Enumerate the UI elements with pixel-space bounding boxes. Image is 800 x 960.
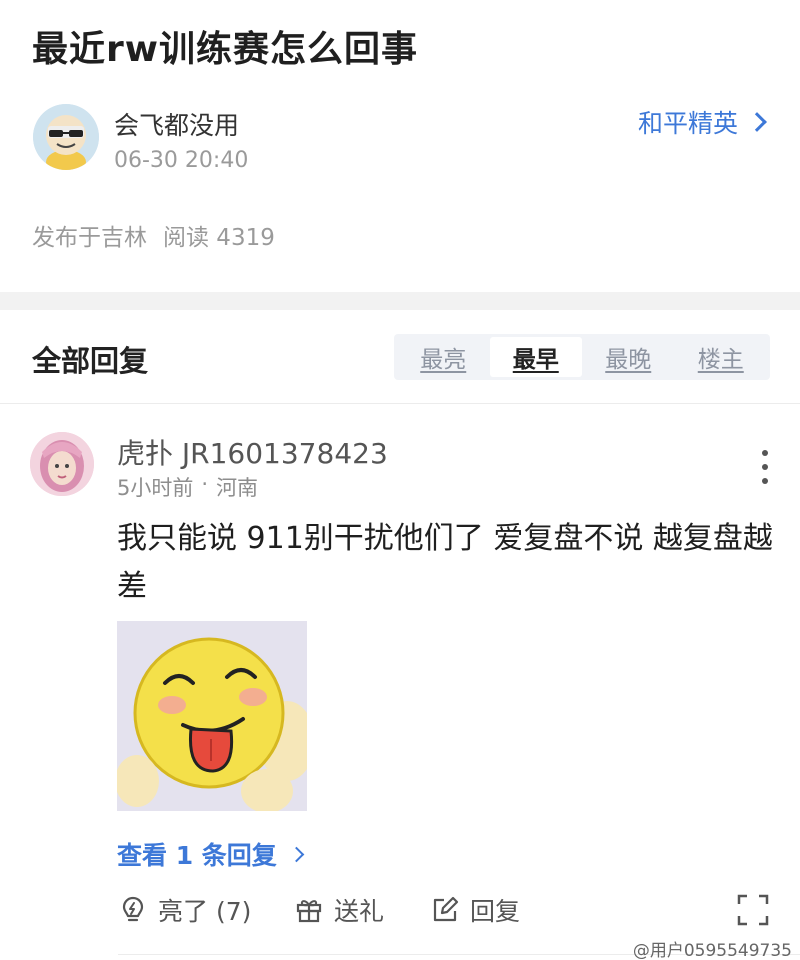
lightbulb-icon [122,896,144,922]
post-title: 最近rw训练赛怎么回事 [32,29,419,70]
gift-label: 送礼 [334,897,385,926]
view-replies-label: 查看 1 条回复 [117,841,277,870]
like-count-label: 亮了 (7) [158,897,252,926]
post-location: 发布于吉林 [32,225,147,251]
reply-time: 5小时前 [117,476,194,500]
edit-icon [433,896,459,922]
chevron-right-icon [288,846,305,862]
reply-image[interactable] [117,621,307,811]
forum-link-label: 和平精英 [637,109,738,138]
reply-region: 河南 [216,476,259,500]
post-meta: 发布于吉林 阅读 4319 [32,218,275,252]
reply-username[interactable]: 虎扑 JR1601378423 [117,432,388,472]
smiley-sticker-image [117,621,307,811]
section-divider [0,292,800,310]
avatar-photo [30,432,94,496]
separator-dot: · [201,472,209,496]
reply-avatar[interactable] [30,432,94,496]
post-read-count: 阅读 4319 [163,225,275,251]
avatar-illustration [33,104,99,170]
forum-link[interactable]: 和平精英 [637,104,767,140]
reply-content: 我只能说 911别干扰他们了 爱复盘不说 越复盘越差 [117,521,773,604]
divider [0,403,800,404]
watermark: @用户0595549735 [632,941,792,960]
reply-button[interactable]: 回复 [430,892,520,928]
view-replies-link[interactable]: 查看 1 条回复 [117,836,305,872]
tab-op-only[interactable]: 楼主 [675,337,768,377]
tab-latest[interactable]: 最晚 [582,337,675,377]
author-name[interactable]: 会飞都没用 [114,106,239,142]
scan-icon[interactable] [736,893,770,927]
like-button[interactable]: 亮了 (7) [118,892,251,928]
gift-icon [296,900,322,923]
reply-label: 回复 [470,897,521,926]
gift-button[interactable]: 送礼 [294,892,384,928]
tab-earliest[interactable]: 最早 [489,337,582,377]
chevron-right-icon [747,112,767,132]
tab-brightest[interactable]: 最亮 [397,337,490,377]
reply-meta: 5小时前 · 河南 [117,472,258,502]
replies-title: 全部回复 [32,344,149,378]
more-options-icon[interactable] [760,450,770,484]
post-time: 06-30 20:40 [114,148,249,173]
author-avatar[interactable] [33,104,99,170]
sort-tabs: 最亮 最早 最晚 楼主 [394,334,770,380]
